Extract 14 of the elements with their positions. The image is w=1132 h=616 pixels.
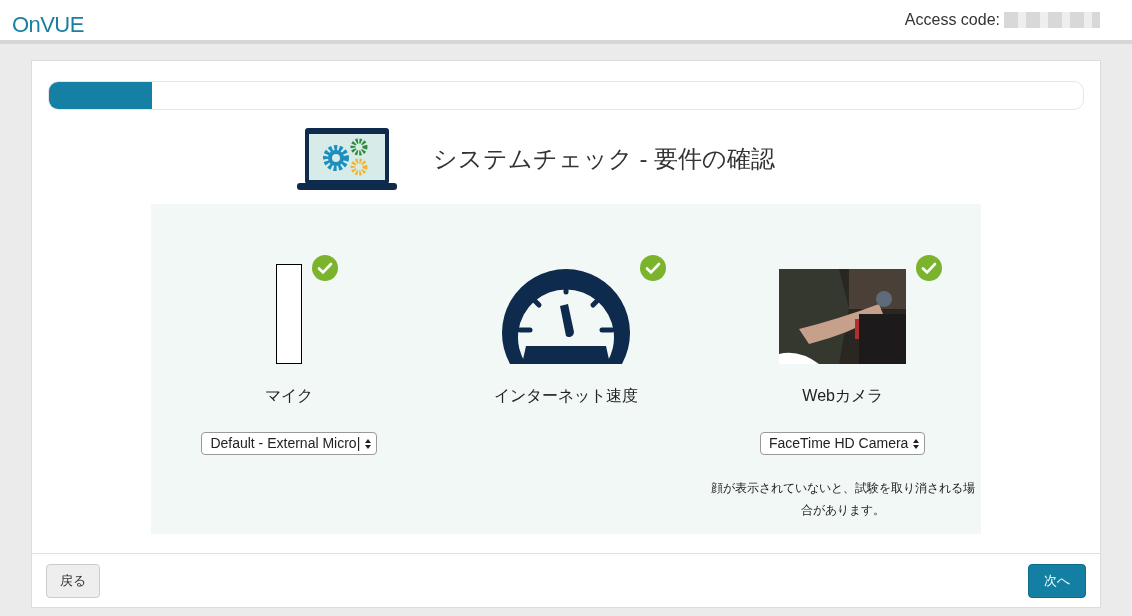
device-select[interactable]: FaceTime HD Camera <box>759 432 926 455</box>
camera-note: 顔が表示されていないと、試験を取り消される場合があります。 <box>709 480 976 519</box>
select-arrows-icon <box>912 437 921 450</box>
check-label: マイク <box>265 386 314 406</box>
check-label: Webカメラ <box>802 386 883 406</box>
device-select[interactable]: Default - External Micro| <box>201 432 378 455</box>
next-button[interactable]: 次へ <box>1028 563 1086 598</box>
access-code-label: Access code: <box>904 10 1000 30</box>
laptop-gears-icon <box>296 128 397 190</box>
check-label: インターネット速度 <box>494 386 638 406</box>
logo: OnVUE <box>12 10 84 39</box>
back-button[interactable]: 戻る <box>46 563 100 598</box>
select-arrows-icon <box>364 437 373 450</box>
page-title: システムチェック - 要件の確認 <box>432 144 776 174</box>
